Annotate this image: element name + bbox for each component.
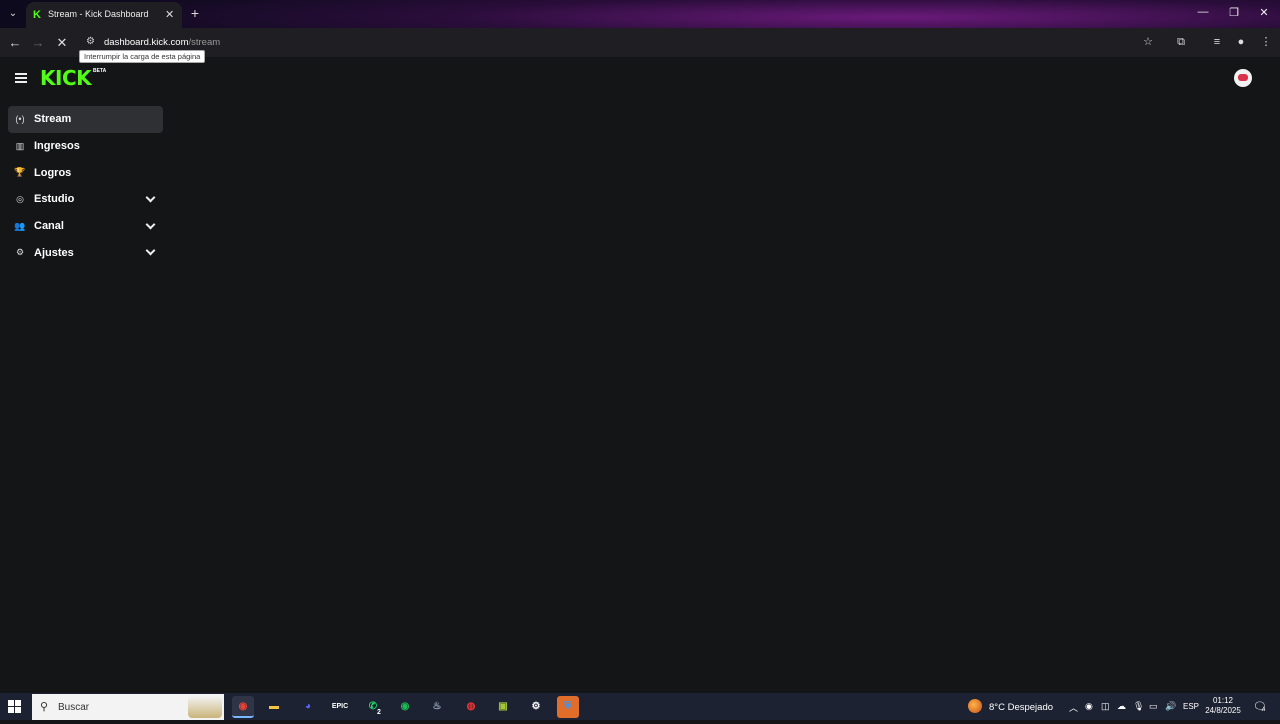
microphone-icon[interactable]: 🎙 [1133, 701, 1144, 712]
discord-icon[interactable]: ◕ [297, 696, 319, 718]
browser-frame: ⌄ K Stream - Kick Dashboard ✕ + — ❐ ✕ ← … [0, 0, 1280, 57]
sidebar-item-stream[interactable]: (•) Stream [8, 106, 163, 133]
broadcast-icon: (•) [15, 114, 25, 125]
chrome-icon[interactable]: ◉ [232, 696, 254, 718]
gear-icon: ⚙ [15, 247, 25, 258]
restore-button[interactable]: ❐ [1227, 6, 1241, 19]
chevron-down-icon[interactable] [145, 192, 156, 203]
sidebar-item-label: Ingresos [34, 140, 80, 153]
stop-loading-button[interactable]: ✕ [53, 34, 71, 52]
minimize-button[interactable]: — [1196, 6, 1210, 18]
new-tab-button[interactable]: + [187, 5, 203, 21]
obs-icon[interactable]: ◍ [460, 696, 482, 718]
sidebar-item-canal[interactable]: 👥 Canal [8, 213, 163, 240]
weather-text[interactable]: 8°C Despejado [989, 702, 1053, 713]
studio-icon: ◎ [16, 193, 24, 204]
sidebar-item-label: Canal [34, 220, 64, 233]
kick-favicon-icon: K [33, 9, 41, 21]
url-text[interactable]: dashboard.kick.com/stream [104, 37, 220, 48]
weather-icon[interactable] [968, 699, 982, 713]
shield-app-icon[interactable]: ⛨ [557, 696, 579, 718]
bookmark-star-icon[interactable]: ☆ [1140, 34, 1156, 50]
beta-badge: BETA [93, 68, 107, 74]
tray-expand-icon[interactable]: ︿ [1069, 701, 1078, 714]
steam-icon[interactable]: ♨ [426, 696, 448, 718]
stop-tooltip: Interrumpir la carga de esta página [79, 50, 206, 63]
close-window-button[interactable]: ✕ [1257, 6, 1271, 19]
date-text: 24/8/2025 [1205, 706, 1241, 715]
record-icon[interactable]: ◉ [1085, 701, 1093, 712]
address-bar[interactable]: ⚙ dashboard.kick.com/stream [80, 32, 1165, 53]
sidebar-item-ingresos[interactable]: ▥ Ingresos [8, 133, 163, 160]
profile-icon[interactable]: ● [1233, 34, 1249, 50]
chart-icon: ▥ [15, 140, 25, 151]
users-icon: 👥 [14, 220, 26, 231]
network-icon[interactable]: ▭ [1149, 701, 1158, 712]
back-button[interactable]: ← [6, 34, 24, 52]
sidebar-item-label: Estudio [34, 193, 75, 206]
tab-title: Stream - Kick Dashboard [48, 9, 149, 19]
tab-search-button[interactable]: ⌄ [4, 5, 22, 23]
windows-taskbar: ⚲ Buscar ◉ ▬ ◕ EPIC ✆ 2 ◉ ♨ ◍ ▣ ⚙ ⛨ 8°C D… [0, 693, 1280, 720]
active-tab[interactable]: K Stream - Kick Dashboard ✕ [26, 2, 182, 28]
menu-kebab-icon[interactable]: ⋮ [1258, 34, 1274, 50]
volume-icon[interactable]: 🔊 [1165, 701, 1176, 712]
tab-strip: ⌄ K Stream - Kick Dashboard ✕ + — ❐ ✕ [0, 0, 1280, 28]
trophy-icon: 🏆 [14, 167, 26, 178]
sidebar-nav: (•) Stream ▥ Ingresos 🏆 Logros ◎ Estudio… [8, 106, 163, 266]
spotify-icon[interactable]: ◉ [394, 696, 416, 718]
language-indicator[interactable]: ESP [1183, 702, 1199, 711]
media-control-icon[interactable]: ≡ [1209, 34, 1225, 50]
search-icon: ⚲ [40, 701, 49, 713]
site-info-icon[interactable]: ⚙ [86, 36, 95, 47]
whatsapp-icon[interactable]: ✆ 2 [362, 696, 384, 718]
app-tray-icon[interactable]: ◫ [1101, 701, 1110, 712]
taskbar-search[interactable]: ⚲ Buscar [32, 694, 224, 720]
file-explorer-icon[interactable]: ▬ [263, 696, 285, 718]
clock[interactable]: 01:12 24/8/2025 [1204, 696, 1242, 716]
sidebar-item-label: Stream [34, 113, 72, 126]
sidebar-item-label: Logros [34, 166, 72, 179]
search-input[interactable]: Buscar [58, 702, 89, 713]
search-highlight-image [188, 696, 222, 718]
sidebar-item-logros[interactable]: 🏆 Logros [8, 159, 163, 186]
sidebar-item-estudio[interactable]: ◎ Estudio [8, 186, 163, 213]
chevron-down-icon[interactable] [145, 245, 156, 256]
cloud-icon[interactable]: ☁ [1117, 701, 1126, 712]
tab-close-icon[interactable]: ✕ [165, 8, 174, 21]
sidebar-item-ajustes[interactable]: ⚙ Ajustes [8, 239, 163, 266]
time-text: 01:12 [1212, 696, 1234, 705]
menu-toggle-icon[interactable] [15, 73, 27, 83]
forward-button[interactable]: → [29, 34, 47, 52]
chevron-down-icon[interactable] [145, 219, 156, 230]
dashboard-page: KICK BETA (•) Stream ▥ Ingresos 🏆 Logros… [0, 57, 1280, 693]
whatsapp-badge: 2 [377, 709, 381, 716]
notification-count: 4 [1262, 707, 1266, 713]
android-icon[interactable]: ▣ [492, 696, 514, 718]
epic-games-icon[interactable]: EPIC [329, 696, 351, 718]
settings-icon[interactable]: ⚙ [525, 696, 547, 718]
extensions-icon[interactable]: ⧉ [1173, 34, 1189, 50]
sidebar-item-label: Ajustes [34, 246, 74, 259]
kick-logo[interactable]: KICK [40, 67, 92, 89]
user-avatar[interactable] [1234, 69, 1252, 87]
windows-start-icon[interactable] [8, 700, 21, 713]
